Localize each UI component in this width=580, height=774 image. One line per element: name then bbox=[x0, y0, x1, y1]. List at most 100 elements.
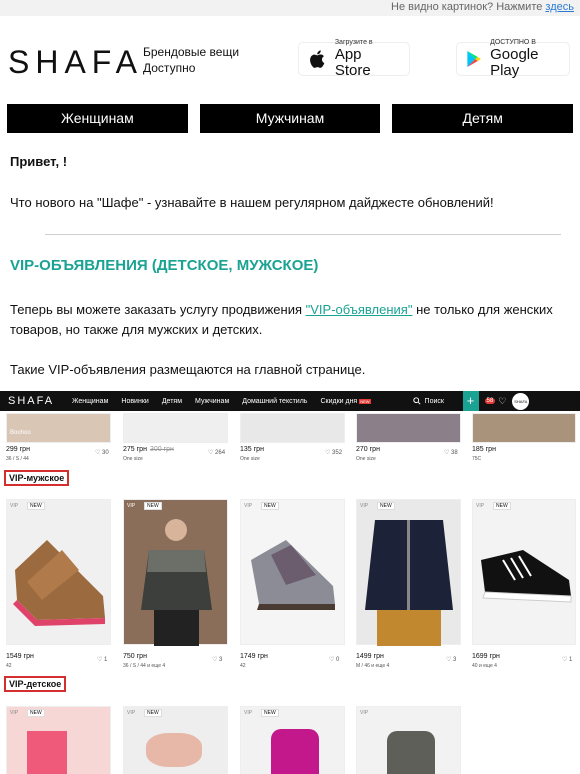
product-size: One size bbox=[356, 456, 376, 462]
tagline-line1: Брендовые вещи bbox=[143, 45, 240, 59]
site-search-label: Поиск bbox=[424, 397, 444, 405]
site-menu-item: Женщинам bbox=[72, 397, 109, 405]
vip-link[interactable]: "VIP-объявления" bbox=[306, 302, 413, 317]
product-likes: ♡ 352 bbox=[325, 450, 343, 456]
placement-text: Такие VIP-объявления размещаются на глав… bbox=[10, 362, 366, 377]
site-nav: SHAFA Женщинам Новинки Детям Мужчинам До… bbox=[0, 391, 580, 411]
product-likes: ♡ 3 bbox=[446, 657, 457, 663]
category-kids-button[interactable]: Детям bbox=[392, 104, 574, 133]
top-note-link[interactable]: здесь bbox=[545, 1, 574, 13]
product-size: 42 bbox=[6, 663, 12, 669]
shoe-image bbox=[13, 540, 105, 626]
product-thumb: VIP NEW bbox=[6, 499, 111, 645]
product-price: 1699 грн bbox=[472, 653, 500, 660]
site-plus-icon: + bbox=[462, 391, 479, 411]
product-price: 299 грн bbox=[6, 446, 30, 453]
category-women-button[interactable]: Женщинам bbox=[7, 104, 188, 133]
likes-count: 352 bbox=[332, 450, 343, 456]
product-price: 1499 грн bbox=[356, 653, 384, 660]
site-menu-item: Новинки bbox=[121, 397, 149, 405]
size-value: M / 46 bbox=[356, 663, 370, 669]
greeting: Привет, ! bbox=[10, 154, 68, 169]
likes-count: 3 bbox=[219, 657, 223, 663]
likes-count: 30 bbox=[102, 450, 109, 456]
product-thumb bbox=[356, 413, 461, 443]
product-thumb: VIP NEW bbox=[240, 499, 345, 645]
product-likes: ♡ 1 bbox=[97, 657, 108, 663]
shafa-logo[interactable]: SHAFA bbox=[8, 44, 143, 81]
product-thumb: VIP NEW bbox=[472, 499, 576, 645]
size-extra: и еще 4 bbox=[478, 663, 497, 669]
product-likes: ♡ 38 bbox=[444, 450, 458, 456]
new-tag: NEW bbox=[144, 709, 162, 717]
new-tag: NEW bbox=[27, 709, 45, 717]
app-store-button[interactable]: Загрузите в App Store bbox=[298, 39, 410, 79]
product-image bbox=[387, 731, 435, 774]
site-notification-badge: 58 bbox=[484, 398, 496, 404]
old-price: 300 грн bbox=[149, 446, 174, 453]
product-thumb: VIP NEW bbox=[240, 706, 345, 774]
size-value: 36 / S / 44 bbox=[123, 663, 146, 669]
body-text-part1: Теперь вы можете заказать услугу продвиж… bbox=[10, 302, 306, 317]
header: SHAFA Брендовые вещи Доступно Загрузите … bbox=[0, 34, 580, 90]
product-likes: ♡ 3 bbox=[212, 657, 223, 663]
likes-count: 38 bbox=[451, 450, 458, 456]
product-image bbox=[146, 733, 202, 767]
shoe-image bbox=[251, 540, 335, 610]
site-menu-item: Мужчинам bbox=[195, 397, 230, 405]
product-thumb: VIP NEW bbox=[356, 499, 461, 646]
category-men-button[interactable]: Мужчинам bbox=[199, 104, 381, 133]
product-brand: Boohoo bbox=[10, 430, 31, 436]
vip-kids-label: VIP-детское bbox=[4, 676, 67, 692]
price-value: 275 грн bbox=[123, 446, 147, 453]
product-thumb: VIP bbox=[356, 706, 461, 774]
product-size: One size bbox=[240, 456, 260, 462]
site-screenshot: SHAFA Женщинам Новинки Детям Мужчинам До… bbox=[0, 391, 580, 774]
product-price: 1749 грн bbox=[240, 653, 268, 660]
tagline-line2: Доступно bbox=[143, 61, 196, 75]
search-icon bbox=[412, 397, 421, 405]
size-value: 40 bbox=[472, 663, 478, 669]
product-price: 275 грн 300 грн bbox=[123, 446, 174, 453]
new-tag: NEW bbox=[261, 709, 279, 717]
product-size: M / 46 и еще 4 bbox=[356, 663, 389, 669]
product-size: 42 bbox=[240, 663, 246, 669]
google-play-icon bbox=[467, 51, 481, 67]
product-price: 1549 грн bbox=[6, 653, 34, 660]
category-bar: Женщинам Мужчинам Детям bbox=[7, 104, 574, 133]
likes-count: 1 bbox=[104, 657, 108, 663]
product-price: 185 грн bbox=[472, 446, 496, 453]
app-store-label: App Store bbox=[334, 46, 371, 79]
top-note-text: Не видно картинок? Нажмите bbox=[391, 1, 546, 13]
product-thumb bbox=[123, 413, 228, 443]
product-thumb: Boohoo bbox=[6, 413, 111, 443]
size-extra: и еще 4 bbox=[371, 663, 390, 669]
site-search: Поиск bbox=[412, 397, 461, 405]
tagline: Брендовые вещи Доступно bbox=[143, 44, 239, 76]
intro-text: Что нового на "Шафе" - узнавайте в нашем… bbox=[10, 195, 494, 210]
divider bbox=[45, 234, 561, 235]
product-size: 36 / S / 44 и еще 4 bbox=[123, 663, 165, 669]
product-image bbox=[271, 729, 319, 774]
product-thumb: VIP NEW bbox=[123, 706, 228, 774]
google-play-label: Google Play bbox=[490, 46, 539, 79]
product-price: 135 грн bbox=[240, 446, 264, 453]
site-menu-new-badge: NEW bbox=[359, 398, 371, 404]
site-logo: SHAFA bbox=[8, 395, 55, 407]
product-size: 75C bbox=[472, 456, 482, 462]
product-price: 750 грн bbox=[123, 653, 147, 660]
likes-count: 264 bbox=[215, 450, 226, 456]
product-thumb bbox=[240, 413, 345, 443]
vip-tag: VIP bbox=[244, 710, 253, 716]
bomber-jacket-image bbox=[365, 520, 453, 646]
vip-men-label: VIP-мужское bbox=[4, 470, 70, 486]
site-menu-item: Домашний текстиль bbox=[242, 397, 308, 405]
apple-icon bbox=[310, 50, 325, 68]
google-play-button[interactable]: ДОСТУПНО В Google Play bbox=[456, 39, 570, 79]
product-size: 40 и еще 4 bbox=[472, 663, 497, 669]
likes-count: 3 bbox=[453, 657, 457, 663]
product-thumb: VIP NEW bbox=[123, 499, 228, 646]
product-likes: ♡ 264 bbox=[208, 450, 226, 456]
product-image bbox=[27, 731, 67, 774]
site-avatar: SHAFA bbox=[512, 392, 530, 410]
